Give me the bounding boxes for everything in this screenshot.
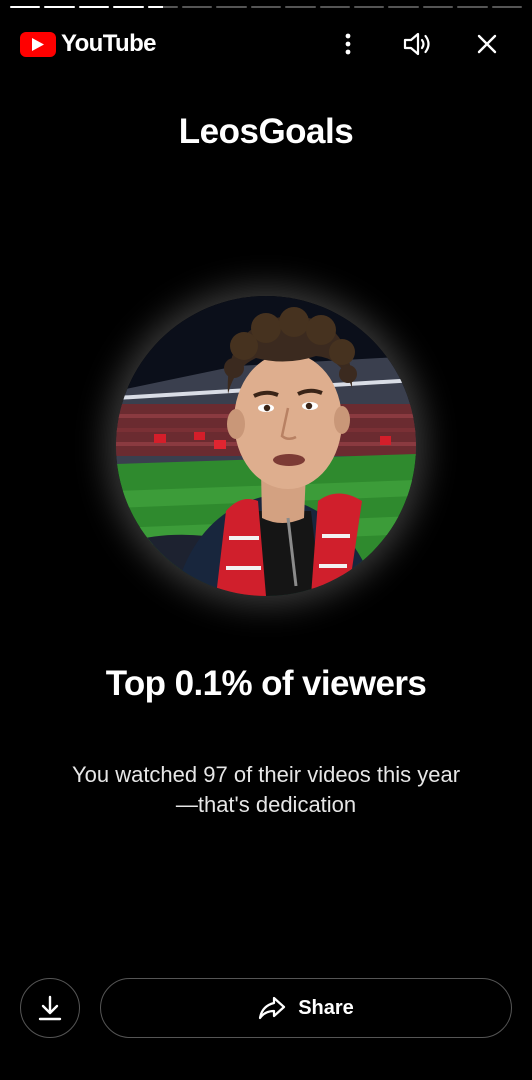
youtube-wordmark: YouTube bbox=[61, 30, 157, 57]
progress-segment-fill bbox=[44, 6, 75, 8]
channel-name: LeosGoals bbox=[178, 112, 354, 151]
progress-segment bbox=[285, 6, 316, 8]
progress-segment bbox=[388, 6, 419, 8]
youtube-logo[interactable]: YouTube bbox=[20, 30, 157, 58]
viewer-rank-headline: Top 0.1% of viewers bbox=[105, 664, 427, 703]
volume-icon bbox=[403, 32, 430, 56]
progress-segment bbox=[319, 6, 351, 8]
progress-segment bbox=[182, 6, 213, 8]
volume-button[interactable] bbox=[398, 24, 438, 64]
story-progress-bar bbox=[10, 6, 523, 8]
progress-segment bbox=[250, 6, 282, 8]
watch-summary-text: You watched 97 of their videos this year… bbox=[30, 760, 502, 820]
progress-segment bbox=[113, 6, 144, 8]
progress-segment bbox=[457, 6, 488, 8]
progress-segment bbox=[491, 6, 523, 8]
progress-segment-fill bbox=[78, 6, 110, 8]
progress-segment bbox=[354, 6, 385, 8]
download-icon bbox=[38, 995, 62, 1021]
youtube-play-icon bbox=[20, 31, 56, 57]
progress-segment bbox=[422, 6, 454, 8]
share-button[interactable]: Share bbox=[100, 978, 512, 1038]
progress-segment bbox=[78, 6, 110, 8]
watch-summary-line-2: —that's dedication bbox=[175, 792, 357, 817]
progress-segment bbox=[44, 6, 75, 8]
progress-segment bbox=[216, 6, 247, 8]
recap-story-screen: YouTube LeosGoals Top 0.1% of viewers Yo… bbox=[0, 0, 532, 1080]
close-button[interactable] bbox=[467, 24, 507, 64]
progress-segment-fill bbox=[113, 6, 144, 8]
progress-segment bbox=[10, 6, 41, 8]
more-options-button[interactable] bbox=[328, 24, 368, 64]
progress-segment-fill bbox=[10, 6, 41, 8]
more-vert-icon bbox=[345, 33, 351, 55]
share-arrow-icon bbox=[259, 996, 286, 1020]
progress-segment bbox=[147, 6, 179, 8]
progress-segment-fill bbox=[147, 6, 163, 8]
channel-avatar bbox=[116, 296, 416, 596]
close-icon bbox=[477, 34, 497, 54]
top-bar: YouTube bbox=[0, 24, 532, 64]
download-button[interactable] bbox=[20, 978, 80, 1038]
share-label: Share bbox=[298, 996, 354, 1019]
watch-summary-line-1: You watched 97 of their videos this year bbox=[71, 762, 461, 787]
